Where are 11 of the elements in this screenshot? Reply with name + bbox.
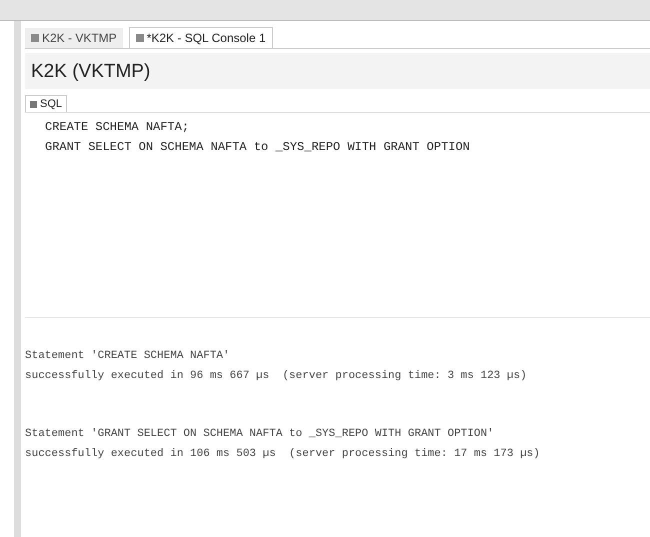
result-message: successfully executed in 106 ms 503 µs (server processing time: 17 ms 173 µs) — [25, 447, 541, 462]
console-title: K2K (VKTMP) — [25, 53, 650, 89]
sql-tab[interactable]: SQL — [25, 95, 68, 112]
result-statement: Statement 'GRANT SELECT ON SCHEMA NAFTA to _SYS_REPO WITH GRANT OPTION' — [25, 427, 495, 442]
result-message: successfully executed in 96 ms 667 µs (server processing time: 3 ms 123 µs) — [25, 369, 528, 384]
code-line: GRANT SELECT ON SCHEMA NAFTA to _SYS_REPO WITH GRANT OPTION — [45, 139, 471, 156]
result-statement: Statement 'CREATE SCHEMA NAFTA' — [25, 349, 231, 364]
editor-tab[interactable]: K2K - VKTMP — [25, 28, 123, 48]
editor-tab[interactable]: *K2K - SQL Console 1 — [128, 27, 273, 48]
sql-editor[interactable]: CREATE SCHEMA NAFTA; GRANT SELECT ON SCHEMA NAFTA to _SYS_REPO WITH GRANT OPTION — [25, 113, 650, 318]
code-line: CREATE SCHEMA NAFTA; — [45, 119, 190, 136]
